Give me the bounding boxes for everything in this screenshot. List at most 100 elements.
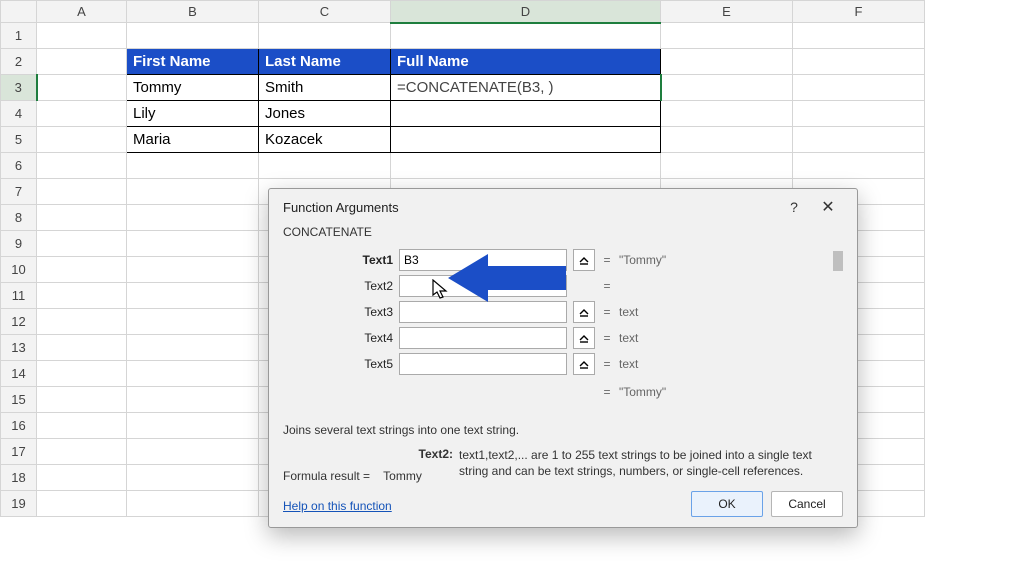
cell[interactable]: [661, 153, 793, 179]
help-icon[interactable]: ?: [777, 199, 811, 215]
cell[interactable]: [37, 465, 127, 491]
cell[interactable]: [127, 23, 259, 49]
cell[interactable]: [127, 283, 259, 309]
cell[interactable]: [793, 153, 925, 179]
cell[interactable]: [37, 23, 127, 49]
cell[interactable]: [793, 23, 925, 49]
cell[interactable]: [37, 387, 127, 413]
cell-d5[interactable]: [391, 127, 661, 153]
arg-input-text2[interactable]: [399, 275, 567, 297]
cell[interactable]: [37, 439, 127, 465]
cell-header-lastname[interactable]: Last Name: [259, 49, 391, 75]
col-header-c[interactable]: C: [259, 1, 391, 23]
collapse-dialog-icon[interactable]: [573, 249, 595, 271]
cell[interactable]: [391, 23, 661, 49]
arg-input-text1[interactable]: [399, 249, 567, 271]
cell[interactable]: [37, 101, 127, 127]
cell[interactable]: [127, 335, 259, 361]
cell[interactable]: [127, 257, 259, 283]
cell-d3-formula[interactable]: =CONCATENATE(B3, ): [391, 75, 661, 101]
cell-c4[interactable]: Jones: [259, 101, 391, 127]
row-header[interactable]: 14: [1, 361, 37, 387]
cell[interactable]: [661, 127, 793, 153]
cell[interactable]: [661, 49, 793, 75]
cell[interactable]: [37, 283, 127, 309]
arg-input-text4[interactable]: [399, 327, 567, 349]
cell[interactable]: [37, 127, 127, 153]
cell[interactable]: [37, 153, 127, 179]
cell[interactable]: [127, 413, 259, 439]
row-header[interactable]: 17: [1, 439, 37, 465]
col-header-a[interactable]: A: [37, 1, 127, 23]
cell[interactable]: [37, 257, 127, 283]
arg-input-text5[interactable]: [399, 353, 567, 375]
col-header-b[interactable]: B: [127, 1, 259, 23]
cell-header-firstname[interactable]: First Name: [127, 49, 259, 75]
row-header[interactable]: 16: [1, 413, 37, 439]
cell[interactable]: [127, 439, 259, 465]
cell[interactable]: [127, 231, 259, 257]
row-header[interactable]: 18: [1, 465, 37, 491]
row-header[interactable]: 15: [1, 387, 37, 413]
cancel-button[interactable]: Cancel: [771, 491, 843, 517]
cell[interactable]: [793, 127, 925, 153]
cell[interactable]: [127, 153, 259, 179]
cell[interactable]: [793, 49, 925, 75]
cell[interactable]: [259, 23, 391, 49]
close-icon[interactable]: ✕: [811, 197, 845, 217]
cell[interactable]: [391, 153, 661, 179]
cell-header-fullname[interactable]: Full Name: [391, 49, 661, 75]
cell[interactable]: [37, 309, 127, 335]
row-header[interactable]: 1: [1, 23, 37, 49]
cell[interactable]: [127, 465, 259, 491]
cell[interactable]: [37, 49, 127, 75]
row-header[interactable]: 4: [1, 101, 37, 127]
cell[interactable]: [127, 387, 259, 413]
cell[interactable]: [37, 413, 127, 439]
col-header-e[interactable]: E: [661, 1, 793, 23]
row-header[interactable]: 7: [1, 179, 37, 205]
row-header[interactable]: 3: [1, 75, 37, 101]
row-header[interactable]: 12: [1, 309, 37, 335]
cell[interactable]: [37, 491, 127, 517]
cell[interactable]: [127, 361, 259, 387]
cell[interactable]: [661, 23, 793, 49]
help-link[interactable]: Help on this function: [283, 499, 392, 513]
cell[interactable]: [37, 335, 127, 361]
arg-input-text3[interactable]: [399, 301, 567, 323]
collapse-dialog-icon[interactable]: [573, 327, 595, 349]
collapse-dialog-icon[interactable]: [573, 301, 595, 323]
ok-button[interactable]: OK: [691, 491, 763, 517]
col-header-d[interactable]: D: [391, 1, 661, 23]
cell[interactable]: [793, 101, 925, 127]
cell[interactable]: [37, 205, 127, 231]
cell-b3[interactable]: Tommy: [127, 75, 259, 101]
cell[interactable]: [793, 75, 925, 101]
scrollbar-thumb[interactable]: [833, 251, 843, 271]
cell[interactable]: [661, 101, 793, 127]
cell[interactable]: [127, 179, 259, 205]
cell-c3[interactable]: Smith: [259, 75, 391, 101]
cell-d4[interactable]: [391, 101, 661, 127]
select-all-corner[interactable]: [1, 1, 37, 23]
row-header[interactable]: 10: [1, 257, 37, 283]
cell-b5[interactable]: Maria: [127, 127, 259, 153]
row-header[interactable]: 5: [1, 127, 37, 153]
cell[interactable]: [259, 153, 391, 179]
cell[interactable]: [127, 491, 259, 517]
cell[interactable]: [127, 309, 259, 335]
row-header[interactable]: 9: [1, 231, 37, 257]
row-header[interactable]: 13: [1, 335, 37, 361]
cell[interactable]: [37, 361, 127, 387]
row-header[interactable]: 6: [1, 153, 37, 179]
row-header[interactable]: 11: [1, 283, 37, 309]
cell[interactable]: [37, 179, 127, 205]
cell[interactable]: [37, 75, 127, 101]
cell-b4[interactable]: Lily: [127, 101, 259, 127]
row-header[interactable]: 2: [1, 49, 37, 75]
collapse-dialog-icon[interactable]: [573, 353, 595, 375]
cell[interactable]: [661, 75, 793, 101]
col-header-f[interactable]: F: [793, 1, 925, 23]
row-header[interactable]: 8: [1, 205, 37, 231]
cell[interactable]: [127, 205, 259, 231]
